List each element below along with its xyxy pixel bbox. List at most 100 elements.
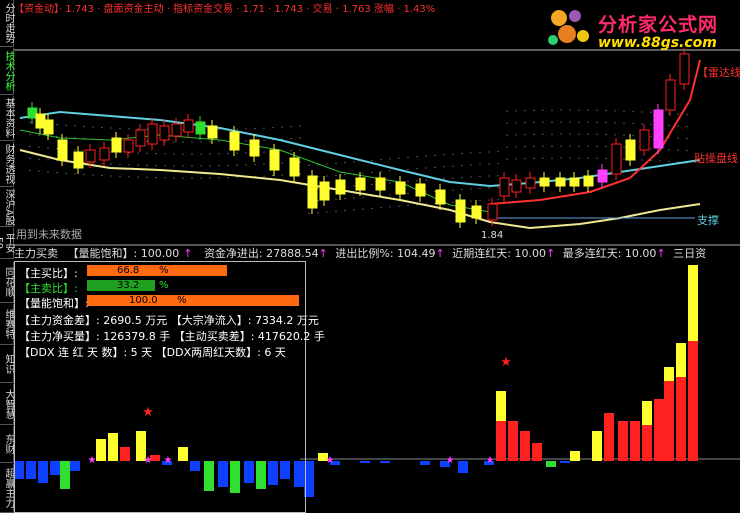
cloud-dot xyxy=(479,199,481,202)
buy-ratio-pct: % xyxy=(159,265,169,276)
candle-body xyxy=(43,119,54,135)
net-flow-value: 27888.54 xyxy=(266,247,319,260)
cloud-dot xyxy=(569,145,571,147)
cloud-dot xyxy=(407,168,409,171)
cloud-dot xyxy=(542,121,544,123)
cloud-dot xyxy=(182,153,184,155)
candle-body xyxy=(375,177,386,191)
cloud-dot xyxy=(155,177,157,179)
cloud-dot xyxy=(182,129,184,131)
cloud-dot xyxy=(227,164,229,167)
volume-bar xyxy=(508,421,518,461)
cloud-dot xyxy=(263,151,265,153)
cloud-dot xyxy=(146,164,148,167)
cloud-dot xyxy=(101,162,103,165)
cloud-dot xyxy=(38,170,40,172)
candle-body xyxy=(269,149,280,171)
cloud-dot xyxy=(488,175,490,177)
logo-url[interactable]: www.88gs.com xyxy=(598,35,717,51)
cloud-dot xyxy=(173,177,175,179)
cloud-dot xyxy=(254,127,256,130)
cloud-dot xyxy=(452,189,454,191)
cloud-dot xyxy=(650,135,652,138)
signal-star-icon: ★ xyxy=(500,355,512,370)
cloud-dot xyxy=(326,211,328,213)
tab-knowledge[interactable]: 知识 xyxy=(0,346,14,383)
cloud-dot xyxy=(92,174,94,176)
cloud-dot xyxy=(290,137,292,140)
candle-body xyxy=(171,123,182,137)
cloud-dot xyxy=(605,133,607,136)
tab-sh-sz-a[interactable]: 深沪A股 xyxy=(0,188,14,227)
candle-body xyxy=(395,181,406,195)
cloud-dot xyxy=(353,197,355,199)
volume-bar xyxy=(360,461,370,463)
cloud-dot xyxy=(551,109,553,111)
cloud-dot xyxy=(560,145,562,147)
indicator-name[interactable]: 主力买卖 xyxy=(14,246,58,261)
cloud-dot xyxy=(524,121,526,124)
cloud-dot xyxy=(506,110,508,112)
cloud-dot xyxy=(614,110,616,112)
cloud-dot xyxy=(614,134,616,136)
tab-dazhihui[interactable]: 大智慧 xyxy=(0,384,14,425)
cloud-dot xyxy=(371,159,373,162)
cloud-dot xyxy=(569,157,571,159)
cloud-dot xyxy=(362,172,364,174)
candle-body xyxy=(195,121,206,135)
ddx-label: 【DDX 连 红 天 数】: xyxy=(19,346,128,359)
volume-bar-overlay xyxy=(654,399,664,461)
cloud-dot xyxy=(569,109,571,111)
cloud-dot xyxy=(533,109,535,111)
tab-technical[interactable]: 技术分析 xyxy=(0,48,14,95)
cloud-dot xyxy=(524,109,526,112)
cloud-dot xyxy=(344,198,346,200)
tab-intraday[interactable]: 分时走势 xyxy=(0,0,14,47)
cloud-dot xyxy=(551,157,553,159)
cloud-dot xyxy=(623,110,625,112)
cloud-dot xyxy=(686,126,688,128)
volume-bar-overlay xyxy=(618,421,628,461)
cloud-dot xyxy=(407,192,409,195)
cloud-dot xyxy=(497,150,499,153)
volume-bar-overlay xyxy=(642,425,652,461)
candle-body xyxy=(555,177,566,187)
volume-bar xyxy=(560,461,570,463)
cloud-dot xyxy=(119,127,121,130)
cloud-dot xyxy=(47,147,49,149)
logo-name: 分析家公式网 xyxy=(598,14,719,36)
cloud-dot xyxy=(398,157,400,159)
cloud-dot xyxy=(668,160,670,163)
tab-finance[interactable]: 财务透视 xyxy=(0,142,14,187)
cloud-dot xyxy=(425,191,427,193)
cloud-dot xyxy=(74,173,76,175)
block-flow-value: 7334.2 万元 xyxy=(254,314,319,327)
tab-pingan-f9[interactable]: 平安F9 xyxy=(0,228,14,259)
cloud-dot xyxy=(119,163,121,166)
tab-basic-info[interactable]: 基本资料 xyxy=(0,96,14,141)
cloud-dot xyxy=(317,188,319,190)
cloud-dot xyxy=(596,109,598,111)
cloud-dot xyxy=(677,125,679,127)
candle-body xyxy=(625,139,636,161)
cloud-dot xyxy=(461,188,463,191)
tab-dongcai[interactable]: 东财 xyxy=(0,426,14,463)
cloud-dot xyxy=(506,134,508,136)
cloud-dot xyxy=(488,151,490,153)
cloud-dot xyxy=(218,165,220,167)
cloud-dot xyxy=(587,157,589,159)
energy-row-label: 【量能饱和】: xyxy=(19,297,89,310)
tab-chaoying[interactable]: 超赢主力 xyxy=(0,464,14,513)
cloud-dot xyxy=(380,159,382,161)
candle-body xyxy=(583,175,594,187)
tab-tonghuashun[interactable]: 同花顺 xyxy=(0,262,14,303)
cloud-dot xyxy=(83,173,85,176)
cloud-dot xyxy=(209,165,211,167)
candle-body xyxy=(135,129,146,147)
cloud-dot xyxy=(416,156,418,158)
net-buy-row: 【主力净买量】: 126379.8 手 【主动买卖差】: 417620.2 手 xyxy=(19,328,325,344)
cloud-dot xyxy=(506,122,508,124)
cloud-dot xyxy=(515,146,517,148)
volume-bar xyxy=(458,461,468,473)
tab-weisaite[interactable]: 维赛特 xyxy=(0,304,14,345)
